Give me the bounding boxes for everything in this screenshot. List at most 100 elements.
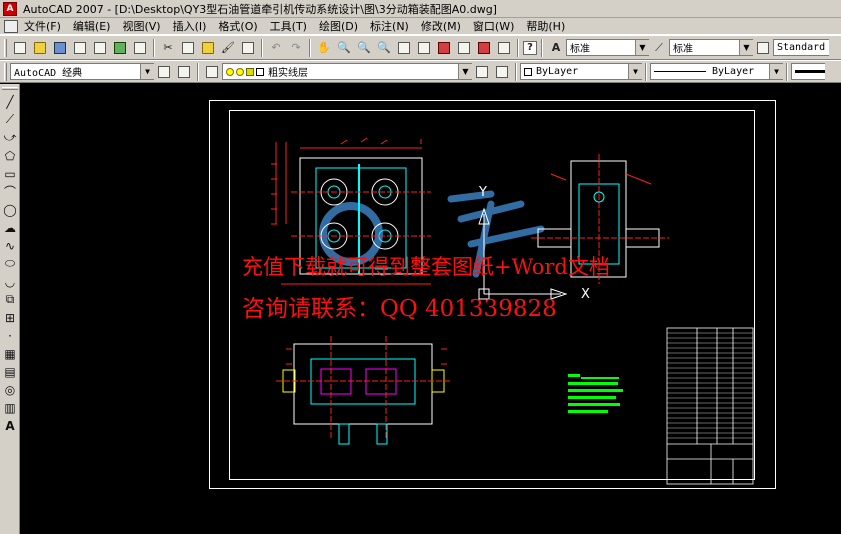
pan-icon[interactable]: ✋	[315, 39, 333, 57]
paste-icon[interactable]	[199, 39, 217, 57]
menu-view[interactable]: 视图(V)	[116, 18, 166, 34]
properties-icon[interactable]	[395, 39, 413, 57]
toolbar-grip[interactable]	[4, 62, 7, 81]
table-style-select[interactable]: Standard	[773, 39, 829, 56]
window-title: AutoCAD 2007 - [D:\Desktop\QY3型石油管道牵引机传动…	[23, 2, 497, 16]
plot-icon[interactable]	[71, 39, 89, 57]
menu-insert[interactable]: 插入(I)	[167, 18, 213, 34]
menu-format[interactable]: 格式(O)	[212, 18, 263, 34]
calculator-icon[interactable]	[495, 39, 513, 57]
new-icon[interactable]	[11, 39, 29, 57]
line-icon[interactable]: ╱	[1, 93, 19, 110]
layer-manager-icon[interactable]	[203, 63, 221, 81]
make-object-layer-current-icon[interactable]	[473, 63, 491, 81]
separator	[197, 62, 199, 81]
dim-style-icon[interactable]: ⟋	[650, 39, 668, 57]
ellipse-arc-icon[interactable]: ◡	[1, 273, 19, 290]
menu-file[interactable]: 文件(F)	[18, 18, 67, 34]
chevron-down-icon[interactable]: ▼	[458, 64, 472, 79]
help-icon[interactable]: ?	[523, 40, 537, 55]
chevron-down-icon[interactable]: ▼	[739, 40, 753, 55]
technical-notes	[568, 374, 623, 413]
polygon-icon[interactable]: ⬠	[1, 147, 19, 164]
sheet-set-icon[interactable]	[455, 39, 473, 57]
workspace-save-icon[interactable]	[175, 63, 193, 81]
save-icon[interactable]	[51, 39, 69, 57]
ellipse-icon[interactable]: ⬭	[1, 255, 19, 272]
menu-help[interactable]: 帮助(H)	[520, 18, 571, 34]
linetype-select[interactable]: ByLayer ▼	[650, 63, 783, 80]
make-block-icon[interactable]: ⊞	[1, 309, 19, 326]
plot-preview-icon[interactable]	[91, 39, 109, 57]
autocad-window: A AutoCAD 2007 - [D:\Desktop\QY3型石油管道牵引机…	[0, 0, 841, 534]
hatch-icon[interactable]: ▦	[1, 345, 19, 362]
point-icon[interactable]: ·	[1, 327, 19, 344]
drawing-area[interactable]: Y X 充值下载就可得到整套图纸+Word文档 咨询请联系：QQ 4013398…	[21, 84, 841, 534]
workspace-settings-icon[interactable]	[155, 63, 173, 81]
insert-block-icon[interactable]: ⧉	[1, 291, 19, 308]
standard-toolbar: ✂ 🖌 ↶ ↷ ✋ 🔍 🔍 🔍 ? A 标准 ▼ ⟋ 标准 ▼ Standard	[0, 35, 841, 60]
autocad-app-icon[interactable]: A	[3, 1, 17, 16]
menu-tools[interactable]: 工具(T)	[264, 18, 313, 34]
menu-window[interactable]: 窗口(W)	[467, 18, 520, 34]
menu-modify[interactable]: 修改(M)	[415, 18, 467, 34]
lineweight-preview	[795, 70, 825, 73]
layer-lock-icon[interactable]	[246, 67, 254, 76]
zoom-realtime-icon[interactable]: 🔍	[335, 39, 353, 57]
open-icon[interactable]	[31, 39, 49, 57]
text-style-icon[interactable]: A	[547, 39, 565, 57]
publish-icon[interactable]	[111, 39, 129, 57]
block-editor-icon[interactable]	[239, 39, 257, 57]
color-swatch	[524, 67, 532, 76]
chevron-down-icon[interactable]: ▼	[635, 40, 649, 55]
layers-toolbar: AutoCAD 经典 ▼ 粗实线层 ▼ ByLayer ▼ ByLayer ▼	[0, 60, 841, 83]
toolbar-grip[interactable]	[2, 87, 18, 90]
separator	[261, 38, 263, 57]
layer-freeze-icon[interactable]	[236, 67, 244, 76]
menu-edit[interactable]: 编辑(E)	[67, 18, 117, 34]
tool-palettes-icon[interactable]	[435, 39, 453, 57]
menu-dimension[interactable]: 标注(N)	[364, 18, 415, 34]
3d-dwf-icon[interactable]	[131, 39, 149, 57]
zoom-window-icon[interactable]: 🔍	[355, 39, 373, 57]
layer-previous-icon[interactable]	[493, 63, 511, 81]
table-style-icon[interactable]	[754, 39, 772, 57]
table-icon[interactable]: ▥	[1, 399, 19, 416]
chevron-down-icon[interactable]: ▼	[140, 64, 154, 79]
gradient-icon[interactable]: ▤	[1, 363, 19, 380]
chevron-down-icon[interactable]: ▼	[769, 64, 783, 79]
spline-icon[interactable]: ∿	[1, 237, 19, 254]
separator	[541, 38, 543, 57]
separator	[309, 38, 311, 57]
redo-icon[interactable]: ↷	[287, 39, 305, 57]
rectangle-icon[interactable]: ▭	[1, 165, 19, 182]
text-style-select[interactable]: 标准 ▼	[566, 39, 649, 56]
match-properties-icon[interactable]: 🖌	[219, 39, 237, 57]
copy-icon[interactable]	[179, 39, 197, 57]
document-icon[interactable]	[4, 19, 18, 33]
construction-line-icon[interactable]: ⟋	[1, 111, 19, 128]
revision-cloud-icon[interactable]: ☁	[1, 219, 19, 236]
separator	[645, 62, 647, 81]
menu-draw[interactable]: 绘图(D)	[313, 18, 364, 34]
zoom-previous-icon[interactable]: 🔍	[375, 39, 393, 57]
workspace-select[interactable]: AutoCAD 经典 ▼	[10, 63, 154, 80]
cut-icon[interactable]: ✂	[159, 39, 177, 57]
markup-icon[interactable]	[475, 39, 493, 57]
arc-icon[interactable]: ⌒	[1, 183, 19, 200]
dim-style-select[interactable]: 标准 ▼	[669, 39, 753, 56]
multiline-text-icon[interactable]: A	[1, 417, 19, 434]
layer-on-icon[interactable]	[226, 67, 234, 76]
circle-icon[interactable]: ◯	[1, 201, 19, 218]
toolbar-grip[interactable]	[4, 38, 7, 57]
color-select[interactable]: ByLayer ▼	[520, 63, 642, 80]
undo-icon[interactable]: ↶	[267, 39, 285, 57]
linetype-preview	[654, 71, 706, 72]
polyline-icon[interactable]: ⤻	[1, 129, 19, 146]
region-icon[interactable]: ◎	[1, 381, 19, 398]
chevron-down-icon[interactable]: ▼	[628, 64, 642, 79]
layer-select[interactable]: 粗实线层 ▼	[222, 63, 472, 80]
layer-color-swatch	[256, 67, 264, 76]
design-center-icon[interactable]	[415, 39, 433, 57]
lineweight-select[interactable]	[791, 63, 825, 80]
